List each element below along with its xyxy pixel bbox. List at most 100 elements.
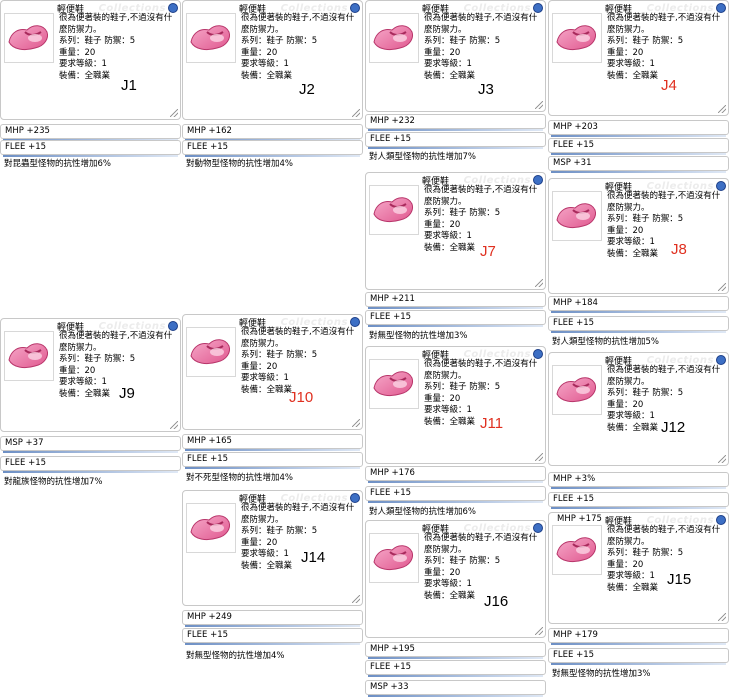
resize-grip-icon[interactable] [535, 627, 543, 635]
stat-line: MSP +37 [0, 436, 181, 453]
desc-type: 系列：鞋子 防禦：5 [424, 208, 501, 218]
desc-line: 麼防禦力。 [424, 544, 467, 555]
desc-line: 麼防禦力。 [424, 196, 467, 207]
desc-weight: 重量：20 [59, 365, 96, 376]
close-icon[interactable] [533, 3, 543, 13]
item-description: 很為便著裝的鞋子,不過沒有什 麼防禦力。 系列：鞋子 防禦：5 重量：20 要求等級：1… [607, 191, 720, 260]
item-description: 很為便著裝的鞋子,不過沒有什 麼防禦力。 系列：鞋子 防禦：5 重量：20 要求等級：1… [241, 13, 354, 82]
stat-line: MHP +232 [365, 114, 546, 131]
item-card: 輕便鞋 Collections 很為便著裝的鞋子,不過沒有什 麼防禦力。 系列：鞋子 … [365, 0, 546, 162]
resize-grip-icon[interactable] [535, 279, 543, 287]
stat-line: MHP +203 [548, 120, 729, 137]
desc-weight: 重量：20 [607, 559, 644, 570]
resize-grip-icon[interactable] [535, 453, 543, 461]
shoe-image [4, 331, 54, 381]
item-description: 很為便著裝的鞋子,不過沒有什 麼防禦力。 系列：鞋子 防禦：5 重量：20 要求等級：1… [424, 533, 537, 602]
item-card: 輕便鞋 Collections 很為便著裝的鞋子,不過沒有什 麼防禦力。 系列：鞋子 … [365, 346, 546, 517]
resize-grip-icon[interactable] [718, 455, 726, 463]
desc-weight: 重量：20 [241, 47, 278, 58]
resize-grip-icon[interactable] [718, 613, 726, 621]
desc-line: 很為便著裝的鞋子,不過沒有什 [607, 525, 721, 535]
card-tag-label: J14 [301, 549, 326, 566]
desc-line: 很為便著裝的鞋子,不過沒有什 [424, 13, 538, 23]
desc-weight: 重量：20 [424, 567, 461, 578]
item-card: 輕便鞋 Collections 很為便著裝的鞋子,不過沒有什 麼防禦力。 系列：鞋子 … [365, 172, 546, 341]
close-icon[interactable] [533, 523, 543, 533]
item-description: 很為便著裝的鞋子,不過沒有什 麼防禦力。 系列：鞋子 防禦：5 重量：20 要求等級：1… [241, 503, 354, 572]
shoe-image [552, 13, 602, 63]
close-icon[interactable] [350, 3, 360, 13]
close-icon[interactable] [533, 175, 543, 185]
stat-line: FLEE +15 [0, 456, 181, 473]
stat-line: FLEE +15 [548, 138, 729, 155]
card-tag-label: J8 [671, 241, 687, 258]
desc-equip: 裝備：全職業 [59, 388, 111, 399]
desc-line: 很為便著裝的鞋子,不過沒有什 [241, 327, 355, 337]
item-tooltip-panel: 輕便鞋 Collections 很為便著裝的鞋子,不過沒有什 麼防禦力。 系列：鞋子 … [548, 178, 729, 294]
resize-grip-icon[interactable] [170, 109, 178, 117]
desc-type: 系列：鞋子 防禦：5 [607, 36, 684, 46]
resize-grip-icon[interactable] [718, 283, 726, 291]
close-icon[interactable] [350, 317, 360, 327]
stat-line: FLEE +15 [0, 140, 181, 157]
desc-type: 系列：鞋子 防禦：5 [424, 556, 501, 566]
desc-line: 麼防禦力。 [424, 370, 467, 381]
stat-line: MHP +162 [182, 124, 363, 141]
item-description: 很為便著裝的鞋子,不過沒有什 麼防禦力。 系列：鞋子 防禦：5 重量：20 要求等級：1… [241, 327, 354, 396]
stat-line: FLEE +15 [365, 486, 546, 503]
item-card: 輕便鞋 Collections 很為便著裝的鞋子,不過沒有什 麼防禦力。 系列：鞋子 … [182, 314, 363, 483]
resize-grip-icon[interactable] [352, 109, 360, 117]
stat-line: MHP +3% [548, 472, 729, 489]
desc-line: 麼防禦力。 [59, 342, 102, 353]
stat-line: 對龍族怪物的抗性增加7% [4, 477, 103, 487]
close-icon[interactable] [533, 349, 543, 359]
item-card: 輕便鞋 Collections 很為便著裝的鞋子,不過沒有什 麼防禦力。 系列：鞋子 … [548, 512, 729, 679]
stat-line: MHP +211 [365, 292, 546, 309]
stat-line: 對無型怪物的抗性增加3% [369, 331, 468, 341]
resize-grip-icon[interactable] [352, 595, 360, 603]
resize-grip-icon[interactable] [352, 419, 360, 427]
card-tag-label: J16 [484, 593, 509, 610]
card-tag-label: J1 [121, 77, 137, 94]
close-icon[interactable] [350, 493, 360, 503]
stat-line: FLEE +15 [365, 132, 546, 149]
resize-grip-icon[interactable] [535, 101, 543, 109]
item-card: 輕便鞋 Collections 很為便著裝的鞋子,不過沒有什 麼防禦力。 系列：鞋子 … [182, 0, 363, 169]
close-icon[interactable] [716, 181, 726, 191]
resize-grip-icon[interactable] [170, 421, 178, 429]
desc-weight: 重量：20 [607, 225, 644, 236]
card-tag-label: J7 [480, 243, 496, 260]
item-tooltip-panel: 輕便鞋 Collections 很為便著裝的鞋子,不過沒有什 麼防禦力。 系列：鞋子 … [548, 352, 729, 466]
item-tooltip-panel: 輕便鞋 Collections 很為便著裝的鞋子,不過沒有什 麼防禦力。 系列：鞋子 … [365, 172, 546, 290]
item-card: 輕便鞋 Collections 很為便著裝的鞋子,不過沒有什 麼防禦力。 系列：鞋子 … [365, 520, 546, 697]
desc-level: 要求等級：1 [607, 59, 655, 69]
resize-grip-icon[interactable] [718, 105, 726, 113]
stat-line: FLEE +15 [365, 310, 546, 327]
close-icon[interactable] [716, 3, 726, 13]
close-icon[interactable] [716, 355, 726, 365]
shoe-image [186, 503, 236, 553]
desc-level: 要求等級：1 [424, 59, 472, 69]
close-icon[interactable] [168, 3, 178, 13]
desc-line: 很為便著裝的鞋子,不過沒有什 [607, 365, 721, 375]
item-tooltip-panel: 輕便鞋 Collections 很為便著裝的鞋子,不過沒有什 麼防禦力。 系列：鞋子 … [182, 0, 363, 120]
desc-type: 系列：鞋子 防禦：5 [607, 388, 684, 398]
desc-type: 系列：鞋子 防禦：5 [241, 36, 318, 46]
desc-type: 系列：鞋子 防禦：5 [241, 350, 318, 360]
item-description: 很為便著裝的鞋子,不過沒有什 麼防禦力。 系列：鞋子 防禦：5 重量：20 要求等級：1… [424, 13, 537, 82]
desc-equip: 裝備：全職業 [241, 560, 293, 571]
item-tooltip-panel: 輕便鞋 Collections 很為便著裝的鞋子,不過沒有什 麼防禦力。 系列：鞋子 … [0, 318, 181, 432]
shoe-image [552, 525, 602, 575]
desc-level: 要求等級：1 [607, 571, 655, 581]
item-card: 輕便鞋 Collections 很為便著裝的鞋子,不過沒有什 麼防禦力。 系列：鞋子 … [0, 0, 181, 169]
desc-type: 系列：鞋子 防禦：5 [607, 548, 684, 558]
stat-line: MSP +33 [365, 680, 546, 697]
item-card: 輕便鞋 Collections 很為便著裝的鞋子,不過沒有什 麼防禦力。 系列：鞋子 … [0, 318, 181, 487]
desc-equip: 裝備：全職業 [607, 248, 659, 259]
desc-line: 很為便著裝的鞋子,不過沒有什 [59, 13, 173, 23]
desc-line: 很為便著裝的鞋子,不過沒有什 [59, 331, 173, 341]
item-card: 輕便鞋 Collections 很為便著裝的鞋子,不過沒有什 麼防禦力。 系列：鞋子 … [182, 490, 363, 661]
close-icon[interactable] [168, 321, 178, 331]
shoe-image [369, 185, 419, 235]
card-tag-label: J9 [119, 385, 135, 402]
